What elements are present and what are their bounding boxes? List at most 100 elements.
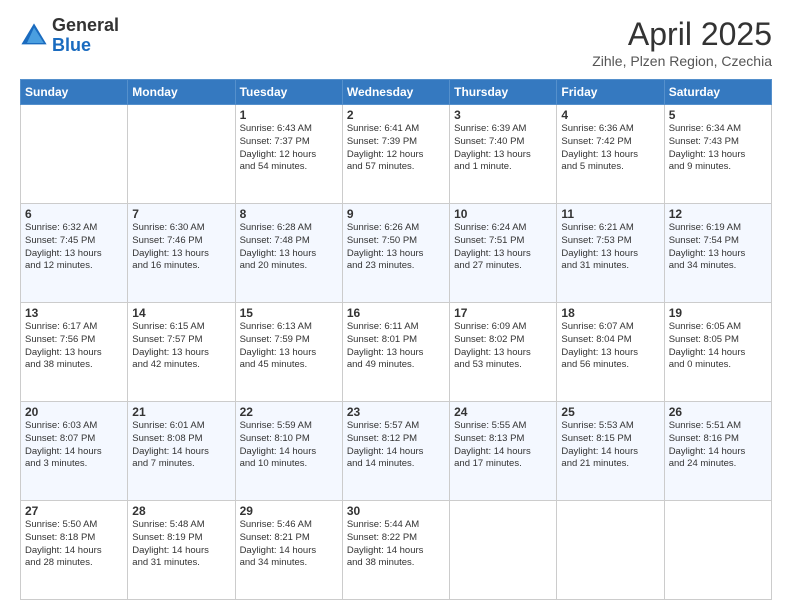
- location-subtitle: Zihle, Plzen Region, Czechia: [592, 53, 772, 69]
- day-number: 25: [561, 405, 659, 419]
- cell-content: Sunrise: 5:46 AM Sunset: 8:21 PM Dayligh…: [240, 519, 338, 570]
- cell-content: Sunrise: 5:48 AM Sunset: 8:19 PM Dayligh…: [132, 519, 230, 570]
- calendar-cell: 20Sunrise: 6:03 AM Sunset: 8:07 PM Dayli…: [21, 402, 128, 501]
- day-number: 15: [240, 306, 338, 320]
- cell-content: Sunrise: 5:57 AM Sunset: 8:12 PM Dayligh…: [347, 420, 445, 471]
- calendar-cell: 13Sunrise: 6:17 AM Sunset: 7:56 PM Dayli…: [21, 303, 128, 402]
- day-number: 28: [132, 504, 230, 518]
- cell-content: Sunrise: 6:15 AM Sunset: 7:57 PM Dayligh…: [132, 321, 230, 372]
- logo-blue: Blue: [52, 36, 119, 56]
- day-number: 3: [454, 108, 552, 122]
- calendar-cell: 26Sunrise: 5:51 AM Sunset: 8:16 PM Dayli…: [664, 402, 771, 501]
- cell-content: Sunrise: 6:36 AM Sunset: 7:42 PM Dayligh…: [561, 123, 659, 174]
- day-number: 30: [347, 504, 445, 518]
- cell-content: Sunrise: 6:21 AM Sunset: 7:53 PM Dayligh…: [561, 222, 659, 273]
- month-title: April 2025: [592, 16, 772, 53]
- day-number: 26: [669, 405, 767, 419]
- calendar-cell: 7Sunrise: 6:30 AM Sunset: 7:46 PM Daylig…: [128, 204, 235, 303]
- cell-content: Sunrise: 5:50 AM Sunset: 8:18 PM Dayligh…: [25, 519, 123, 570]
- page: General Blue April 2025 Zihle, Plzen Reg…: [0, 0, 792, 612]
- cell-content: Sunrise: 6:17 AM Sunset: 7:56 PM Dayligh…: [25, 321, 123, 372]
- day-number: 4: [561, 108, 659, 122]
- cell-content: Sunrise: 5:44 AM Sunset: 8:22 PM Dayligh…: [347, 519, 445, 570]
- day-number: 8: [240, 207, 338, 221]
- calendar-cell: 2Sunrise: 6:41 AM Sunset: 7:39 PM Daylig…: [342, 105, 449, 204]
- calendar-cell: 18Sunrise: 6:07 AM Sunset: 8:04 PM Dayli…: [557, 303, 664, 402]
- calendar-week-1: 1Sunrise: 6:43 AM Sunset: 7:37 PM Daylig…: [21, 105, 772, 204]
- calendar-cell: 10Sunrise: 6:24 AM Sunset: 7:51 PM Dayli…: [450, 204, 557, 303]
- logo-general: General: [52, 16, 119, 36]
- calendar-cell: 25Sunrise: 5:53 AM Sunset: 8:15 PM Dayli…: [557, 402, 664, 501]
- calendar-cell: 28Sunrise: 5:48 AM Sunset: 8:19 PM Dayli…: [128, 501, 235, 600]
- cell-content: Sunrise: 6:32 AM Sunset: 7:45 PM Dayligh…: [25, 222, 123, 273]
- col-wednesday: Wednesday: [342, 80, 449, 105]
- cell-content: Sunrise: 6:30 AM Sunset: 7:46 PM Dayligh…: [132, 222, 230, 273]
- calendar-week-2: 6Sunrise: 6:32 AM Sunset: 7:45 PM Daylig…: [21, 204, 772, 303]
- cell-content: Sunrise: 5:51 AM Sunset: 8:16 PM Dayligh…: [669, 420, 767, 471]
- col-saturday: Saturday: [664, 80, 771, 105]
- col-monday: Monday: [128, 80, 235, 105]
- day-number: 11: [561, 207, 659, 221]
- calendar-cell: [664, 501, 771, 600]
- cell-content: Sunrise: 6:01 AM Sunset: 8:08 PM Dayligh…: [132, 420, 230, 471]
- cell-content: Sunrise: 6:19 AM Sunset: 7:54 PM Dayligh…: [669, 222, 767, 273]
- cell-content: Sunrise: 5:59 AM Sunset: 8:10 PM Dayligh…: [240, 420, 338, 471]
- cell-content: Sunrise: 6:03 AM Sunset: 8:07 PM Dayligh…: [25, 420, 123, 471]
- title-block: April 2025 Zihle, Plzen Region, Czechia: [592, 16, 772, 69]
- logo-icon: [20, 22, 48, 50]
- calendar-cell: [21, 105, 128, 204]
- day-number: 2: [347, 108, 445, 122]
- calendar-cell: 6Sunrise: 6:32 AM Sunset: 7:45 PM Daylig…: [21, 204, 128, 303]
- calendar-cell: [557, 501, 664, 600]
- calendar-cell: 30Sunrise: 5:44 AM Sunset: 8:22 PM Dayli…: [342, 501, 449, 600]
- col-thursday: Thursday: [450, 80, 557, 105]
- cell-content: Sunrise: 6:05 AM Sunset: 8:05 PM Dayligh…: [669, 321, 767, 372]
- calendar-cell: 1Sunrise: 6:43 AM Sunset: 7:37 PM Daylig…: [235, 105, 342, 204]
- day-number: 9: [347, 207, 445, 221]
- calendar-cell: 4Sunrise: 6:36 AM Sunset: 7:42 PM Daylig…: [557, 105, 664, 204]
- day-number: 12: [669, 207, 767, 221]
- calendar-cell: 21Sunrise: 6:01 AM Sunset: 8:08 PM Dayli…: [128, 402, 235, 501]
- day-number: 7: [132, 207, 230, 221]
- day-number: 23: [347, 405, 445, 419]
- logo: General Blue: [20, 16, 119, 56]
- calendar-cell: [128, 105, 235, 204]
- calendar-cell: 19Sunrise: 6:05 AM Sunset: 8:05 PM Dayli…: [664, 303, 771, 402]
- calendar-cell: 8Sunrise: 6:28 AM Sunset: 7:48 PM Daylig…: [235, 204, 342, 303]
- calendar-cell: 3Sunrise: 6:39 AM Sunset: 7:40 PM Daylig…: [450, 105, 557, 204]
- day-number: 13: [25, 306, 123, 320]
- day-number: 5: [669, 108, 767, 122]
- cell-content: Sunrise: 6:39 AM Sunset: 7:40 PM Dayligh…: [454, 123, 552, 174]
- cell-content: Sunrise: 6:43 AM Sunset: 7:37 PM Dayligh…: [240, 123, 338, 174]
- calendar-cell: [450, 501, 557, 600]
- day-number: 20: [25, 405, 123, 419]
- day-number: 27: [25, 504, 123, 518]
- cell-content: Sunrise: 6:13 AM Sunset: 7:59 PM Dayligh…: [240, 321, 338, 372]
- cell-content: Sunrise: 5:55 AM Sunset: 8:13 PM Dayligh…: [454, 420, 552, 471]
- cell-content: Sunrise: 6:24 AM Sunset: 7:51 PM Dayligh…: [454, 222, 552, 273]
- cell-content: Sunrise: 6:41 AM Sunset: 7:39 PM Dayligh…: [347, 123, 445, 174]
- day-number: 16: [347, 306, 445, 320]
- calendar-cell: 14Sunrise: 6:15 AM Sunset: 7:57 PM Dayli…: [128, 303, 235, 402]
- day-number: 29: [240, 504, 338, 518]
- day-number: 22: [240, 405, 338, 419]
- calendar-week-4: 20Sunrise: 6:03 AM Sunset: 8:07 PM Dayli…: [21, 402, 772, 501]
- cell-content: Sunrise: 6:09 AM Sunset: 8:02 PM Dayligh…: [454, 321, 552, 372]
- day-number: 17: [454, 306, 552, 320]
- cell-content: Sunrise: 5:53 AM Sunset: 8:15 PM Dayligh…: [561, 420, 659, 471]
- day-number: 1: [240, 108, 338, 122]
- day-number: 19: [669, 306, 767, 320]
- day-number: 14: [132, 306, 230, 320]
- day-number: 18: [561, 306, 659, 320]
- cell-content: Sunrise: 6:28 AM Sunset: 7:48 PM Dayligh…: [240, 222, 338, 273]
- calendar-cell: 5Sunrise: 6:34 AM Sunset: 7:43 PM Daylig…: [664, 105, 771, 204]
- calendar-cell: 9Sunrise: 6:26 AM Sunset: 7:50 PM Daylig…: [342, 204, 449, 303]
- calendar-cell: 15Sunrise: 6:13 AM Sunset: 7:59 PM Dayli…: [235, 303, 342, 402]
- col-sunday: Sunday: [21, 80, 128, 105]
- calendar-header-row: Sunday Monday Tuesday Wednesday Thursday…: [21, 80, 772, 105]
- day-number: 21: [132, 405, 230, 419]
- cell-content: Sunrise: 6:07 AM Sunset: 8:04 PM Dayligh…: [561, 321, 659, 372]
- col-tuesday: Tuesday: [235, 80, 342, 105]
- col-friday: Friday: [557, 80, 664, 105]
- calendar-cell: 11Sunrise: 6:21 AM Sunset: 7:53 PM Dayli…: [557, 204, 664, 303]
